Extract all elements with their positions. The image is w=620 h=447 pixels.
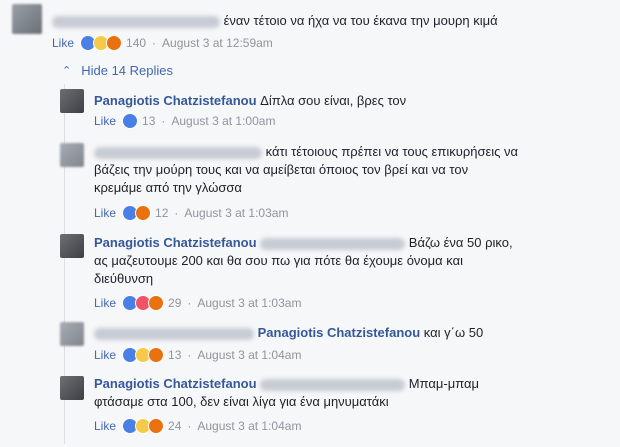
angry-reaction-icon — [148, 295, 165, 311]
reactions[interactable] — [122, 418, 165, 434]
blurred-mention — [260, 237, 406, 250]
hide-replies-label: Hide 14 Replies — [81, 63, 173, 78]
reply-2-meta: Like 12 · August 3 at 1:03am — [94, 205, 289, 221]
comments-thread: έναν τέτοιο να ήχα να του έκανα την μουρ… — [0, 0, 620, 447]
reactions[interactable] — [122, 113, 139, 129]
timestamp[interactable]: August 3 at 1:03am — [184, 206, 288, 220]
reply-text-line: κάτι τέτοιους πρέπει να τους επικυρήσεις… — [265, 144, 519, 159]
reaction-count: 12 — [155, 206, 169, 220]
reply-1: Panagiotis Chatzistefanou Δίπλα σου είνα… — [94, 92, 406, 110]
reply-5-meta: Like 24 · August 3 at 1:04am — [94, 418, 302, 434]
reply-text-line: κρεμάμε από την γλώσσα — [94, 180, 242, 195]
reactions[interactable] — [80, 35, 123, 51]
timestamp[interactable]: August 3 at 1:04am — [197, 419, 301, 433]
reaction-count: 13 — [168, 348, 182, 362]
angry-reaction-icon — [135, 205, 152, 221]
reactions[interactable] — [122, 205, 152, 221]
commenter-name[interactable]: Panagiotis Chatzistefanou — [94, 93, 257, 108]
avatar[interactable] — [60, 143, 84, 167]
avatar[interactable] — [60, 234, 84, 258]
angry-reaction-icon — [106, 35, 123, 51]
reactions[interactable] — [122, 347, 165, 363]
top-comment: έναν τέτοιο να ήχα να του έκανα την μουρ… — [52, 12, 498, 30]
reaction-count: 24 — [168, 419, 182, 433]
reaction-count: 13 — [142, 114, 156, 128]
angry-reaction-icon — [148, 347, 165, 363]
reactions[interactable] — [122, 295, 165, 311]
angry-reaction-icon — [148, 418, 165, 434]
reply-3-meta: Like 29 · August 3 at 1:03am — [94, 295, 302, 311]
reply-text-line: ας μαζευτουμε 200 και θα σου πω για πότε… — [94, 253, 464, 268]
avatar[interactable] — [60, 376, 84, 400]
blurred-name — [94, 146, 262, 159]
top-comment-text: έναν τέτοιο να ήχα να του έκανα την μουρ… — [223, 13, 498, 28]
avatar[interactable] — [60, 322, 84, 346]
commenter-avatar[interactable] — [12, 4, 42, 34]
like-button[interactable]: Like — [94, 206, 116, 220]
like-reaction-icon — [122, 113, 139, 129]
reply-text-line: βάζεις την μούρη τους και να αμείβεται ό… — [94, 162, 469, 177]
reply-text-line: Μπαμ-μπαμ — [408, 376, 480, 391]
reply-2: κάτι τέτοιους πρέπει να τους επικυρήσεις… — [94, 143, 604, 197]
reaction-count: 140 — [126, 36, 147, 50]
reply-text-line: διεύθυνση — [94, 271, 154, 286]
blurred-mention — [260, 378, 406, 391]
reply-text: Δίπλα σου είναι, βρες τον — [260, 93, 407, 108]
blurred-name — [52, 15, 220, 28]
timestamp[interactable]: August 3 at 1:03am — [197, 296, 301, 310]
reply-text-line: φτάσαμε στα 100, δεν είναι λίγα για ένα … — [94, 394, 389, 409]
like-button[interactable]: Like — [52, 36, 74, 50]
reply-3: Panagiotis Chatzistefanou Βάζω ένα 50 ρι… — [94, 234, 609, 288]
commenter-name[interactable]: Panagiotis Chatzistefanou — [94, 376, 257, 391]
reply-text-line: Βάζω ένα 50 ρικο, — [408, 235, 513, 250]
reply-5: Panagiotis Chatzistefanou Μπαμ-μπαμ φτάσ… — [94, 375, 609, 411]
blurred-name — [94, 327, 254, 340]
like-button[interactable]: Like — [94, 296, 116, 310]
timestamp[interactable]: August 3 at 1:04am — [197, 348, 301, 362]
avatar[interactable] — [60, 89, 84, 113]
top-comment-meta: Like 140 · August 3 at 12:59am — [52, 35, 273, 51]
commenter-name[interactable]: Panagiotis Chatzistefanou — [94, 235, 257, 250]
like-button[interactable]: Like — [94, 114, 116, 128]
timestamp[interactable]: August 3 at 12:59am — [162, 36, 273, 50]
like-button[interactable]: Like — [94, 348, 116, 362]
reply-4-meta: Like 13 · August 3 at 1:04am — [94, 347, 302, 363]
reaction-count: 29 — [168, 296, 182, 310]
chevron-up-icon: ⌃ — [62, 65, 72, 77]
reply-1-meta: Like 13 · August 3 at 1:00am — [94, 113, 276, 129]
timestamp[interactable]: August 3 at 1:00am — [171, 114, 275, 128]
reply-4: Panagiotis Chatzistefanou και γ΄ω 50 — [94, 324, 483, 342]
hide-replies-link[interactable]: ⌃ Hide 14 Replies — [62, 63, 173, 78]
like-button[interactable]: Like — [94, 419, 116, 433]
reply-text: και γ΄ω 50 — [423, 325, 484, 340]
mentioned-name[interactable]: Panagiotis Chatzistefanou — [258, 325, 421, 340]
